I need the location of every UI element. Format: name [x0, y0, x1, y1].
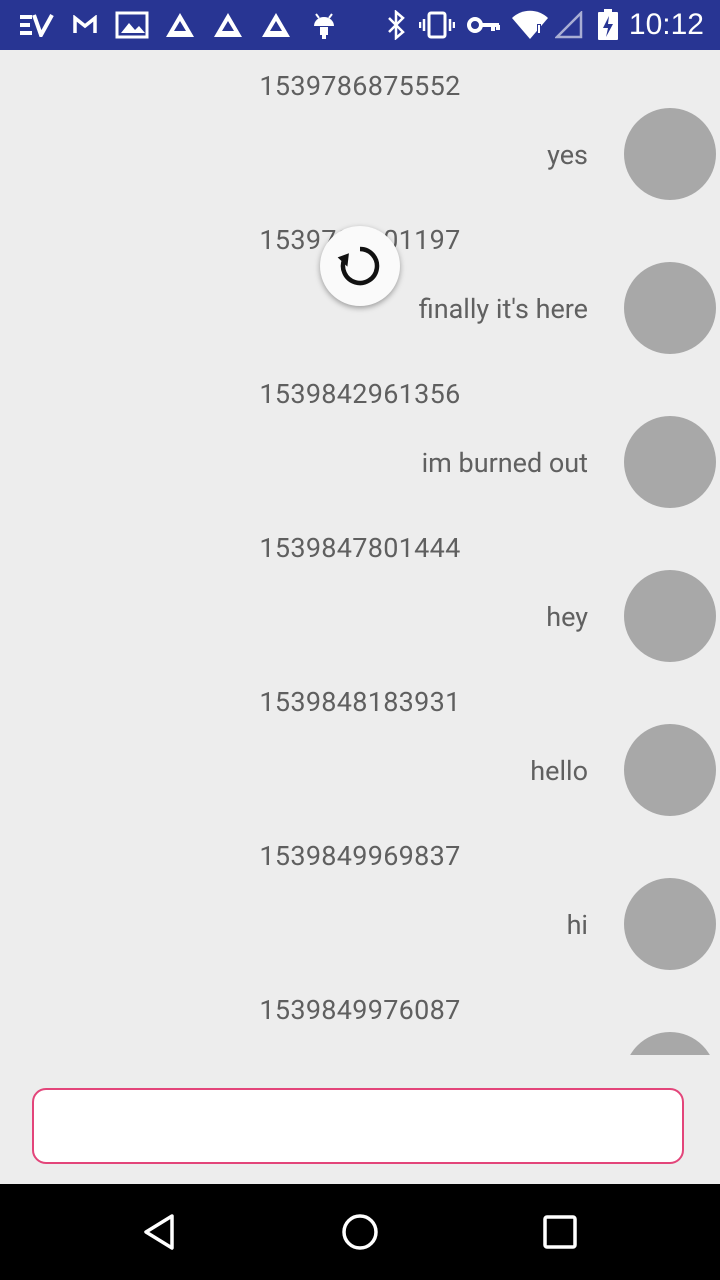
- avatar: [624, 878, 716, 970]
- avatar: [624, 108, 716, 200]
- home-button[interactable]: [336, 1208, 384, 1256]
- message-timestamp: 1539847801444: [259, 532, 461, 564]
- message-text: im burned out: [421, 447, 588, 479]
- message-input[interactable]: [32, 1088, 684, 1164]
- message-item: 1539849969837 hi: [0, 820, 720, 974]
- message-timestamp: 1539849969837: [259, 840, 461, 872]
- avatar: [624, 262, 716, 354]
- photos-icon: [114, 9, 150, 41]
- back-icon: [144, 1214, 174, 1250]
- message-timestamp: 1539849976087: [259, 994, 461, 1026]
- vpn-key-icon: [466, 9, 502, 41]
- message-list[interactable]: 1539786875552 yes 1539786901197 finally …: [0, 50, 720, 1055]
- message-item: 1539849976087: [0, 974, 720, 1055]
- message-timestamp: 1539786875552: [259, 70, 461, 102]
- avatar: [624, 1032, 716, 1055]
- avatar: [624, 416, 716, 508]
- triangle-app-icon: [211, 9, 245, 41]
- android-icon: [310, 9, 338, 41]
- gmail-icon: [72, 9, 98, 41]
- message-item: 1539842961356 im burned out: [0, 358, 720, 512]
- avatar: [624, 724, 716, 816]
- message-timestamp: 1539842961356: [259, 378, 461, 410]
- bluetooth-icon: [384, 9, 408, 41]
- navigation-bar: [0, 1184, 720, 1280]
- status-bar: 10:12: [0, 0, 720, 50]
- cell-signal-icon: [554, 9, 584, 41]
- recents-button[interactable]: [536, 1208, 584, 1256]
- message-text: yes: [547, 139, 588, 171]
- message-text: hi: [566, 909, 588, 941]
- message-text: finally it's here: [418, 293, 588, 325]
- triangle-app-icon: [163, 9, 197, 41]
- composer: [0, 1055, 720, 1184]
- vibrate-icon: [418, 9, 456, 41]
- expressvpn-icon: [16, 9, 56, 41]
- message-item: 1539786875552 yes: [0, 50, 720, 204]
- battery-charging-icon: [596, 9, 620, 41]
- message-timestamp: 1539848183931: [259, 686, 461, 718]
- message-item: 1539847801444 hey: [0, 512, 720, 666]
- message-item: 1539848183931 hello: [0, 666, 720, 820]
- wifi-icon: [510, 9, 550, 41]
- home-icon: [342, 1214, 378, 1250]
- message-text: hello: [530, 755, 588, 787]
- status-time: 10:12: [628, 8, 704, 41]
- triangle-app-icon: [259, 9, 293, 41]
- recents-icon: [543, 1215, 577, 1249]
- avatar: [624, 570, 716, 662]
- refresh-indicator: [320, 226, 400, 306]
- refresh-icon: [337, 246, 380, 286]
- message-text: hey: [546, 601, 588, 633]
- back-button[interactable]: [136, 1208, 184, 1256]
